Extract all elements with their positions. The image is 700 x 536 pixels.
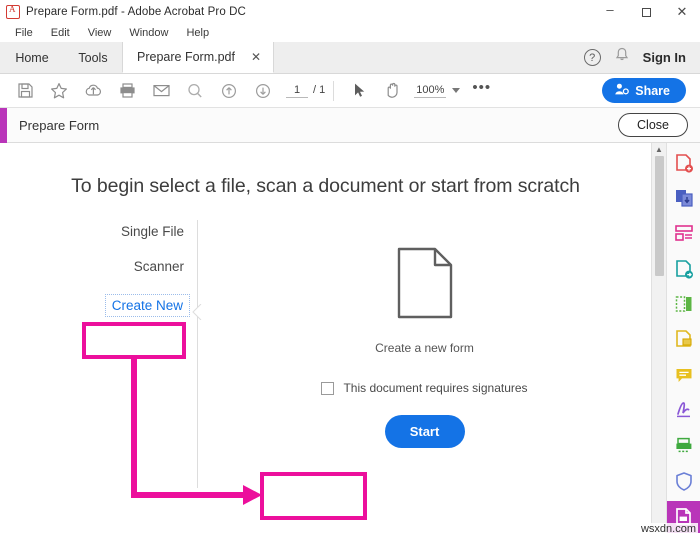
watermark: wsxdn.com [638, 523, 698, 535]
annotation-connector [131, 359, 262, 505]
